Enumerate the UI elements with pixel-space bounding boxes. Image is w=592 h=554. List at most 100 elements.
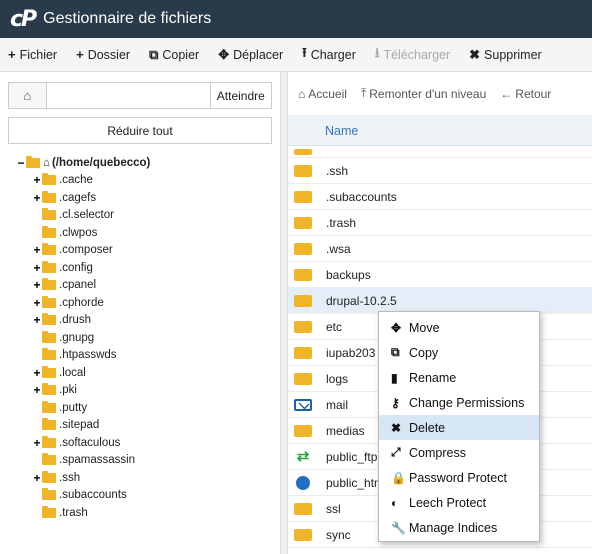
file-name: .ssh	[326, 163, 349, 178]
tree-folder-item[interactable]: .putty	[16, 399, 276, 417]
file-row[interactable]: .ssh	[288, 158, 592, 184]
home-icon[interactable]: ⌂	[9, 83, 47, 108]
tree-item-label: .softaculous	[59, 436, 121, 449]
context-menu-compress[interactable]: ⤢ Compress	[379, 440, 539, 465]
up-one-level-label: Remonter d'un niveau	[369, 86, 487, 101]
expand-icon[interactable]: +	[32, 313, 42, 327]
context-menu-label: Leech Protect	[409, 495, 487, 510]
tree-folder-item[interactable]: .trash	[16, 504, 276, 522]
expand-icon[interactable]: +	[32, 278, 42, 292]
folder-icon	[42, 435, 56, 448]
tree-folder-item[interactable]: .htpasswds	[16, 347, 276, 365]
file-row-partial[interactable]	[288, 146, 592, 158]
upload-icon: ⭱	[302, 44, 307, 60]
tree-folder-item[interactable]: + .cphorde	[16, 294, 276, 312]
context-menu-change-permissions[interactable]: ⚷ Change Permissions	[379, 390, 539, 415]
tree-item-label: .sitepad	[59, 419, 100, 432]
expand-icon[interactable]: +	[32, 366, 42, 380]
file-row[interactable]: .subaccounts	[288, 184, 592, 210]
new-folder-button[interactable]: + Dossier	[68, 47, 141, 62]
pane-divider[interactable]	[280, 72, 288, 554]
expand-icon[interactable]: +	[32, 261, 42, 275]
tree-folder-item[interactable]: + .composer	[16, 242, 276, 260]
delete-button[interactable]: ✖ Supprimer	[461, 47, 553, 63]
folder-icon	[42, 330, 56, 343]
home-nav-label: Accueil	[308, 86, 347, 101]
folder-icon	[42, 173, 56, 186]
move-button[interactable]: ✥ Déplacer	[210, 47, 294, 63]
upload-button[interactable]: ⭱ Charger	[294, 44, 367, 66]
tree-folder-item[interactable]: + .softaculous	[16, 434, 276, 452]
directory-tree-pane: ⌂ Atteindre Réduire tout − ⌂ (/home/quebec…	[0, 72, 280, 554]
collapse-all-button[interactable]: Réduire tout	[8, 117, 272, 144]
path-input[interactable]	[46, 83, 210, 108]
wrench-icon: 🔧	[391, 520, 406, 535]
context-menu-label: Delete	[409, 420, 446, 435]
copy-button[interactable]: ⧉ Copier	[141, 47, 210, 63]
context-menu-delete[interactable]: ✖ Delete	[379, 415, 539, 440]
compress-icon: ⤢	[391, 445, 401, 459]
expand-icon[interactable]: +	[32, 436, 42, 450]
main-toolbar: + Fichier + Dossier ⧉ Copier ✥ Déplacer ⭱ Cha…	[0, 38, 592, 72]
file-row[interactable]: backups	[288, 262, 592, 288]
file-name: public_ftp	[326, 449, 378, 464]
folder-icon	[42, 505, 56, 518]
home-nav-button[interactable]: ⌂ Accueil	[298, 87, 347, 101]
folder-icon	[294, 216, 312, 229]
folder-icon	[294, 294, 312, 307]
tree-folder-item[interactable]: .gnupg	[16, 329, 276, 347]
expand-icon[interactable]: +	[32, 296, 42, 310]
context-menu-label: Change Permissions	[409, 395, 525, 410]
context-menu-leech-protect[interactable]: ◐ Leech Protect	[379, 490, 539, 515]
tree-folder-item[interactable]: + .cagefs	[16, 189, 276, 207]
tree-item-label: .pki	[59, 384, 77, 397]
up-one-level-button[interactable]: ⤒ Remonter d'un niveau	[361, 86, 486, 101]
tree-folder-item[interactable]: + .drush	[16, 312, 276, 330]
tree-folder-item[interactable]: + .cpanel	[16, 277, 276, 295]
tree-folder-item[interactable]: + .config	[16, 259, 276, 277]
cpanel-logo[interactable]: cP	[10, 7, 37, 32]
file-row[interactable]: .wsa	[288, 236, 592, 262]
home-icon: ⌂	[298, 86, 306, 101]
name-column-header[interactable]: Name	[288, 116, 592, 146]
plus-icon: +	[76, 47, 84, 62]
tree-item-label: .putty	[59, 401, 88, 414]
expand-icon[interactable]: +	[32, 383, 42, 397]
tree-root-item[interactable]: − ⌂ (/home/quebecco)	[16, 154, 276, 172]
context-menu-copy[interactable]: ⧉ Copy	[379, 340, 539, 365]
file-row[interactable]: .trash	[288, 210, 592, 236]
back-button[interactable]: ← Retour	[500, 87, 551, 101]
new-file-button[interactable]: + Fichier	[0, 47, 68, 62]
expand-icon[interactable]: +	[32, 243, 42, 257]
tree-folder-item[interactable]: + .ssh	[16, 469, 276, 487]
context-menu-move[interactable]: ✥ Move	[379, 315, 539, 340]
context-menu-password-protect[interactable]: 🔒 Password Protect	[379, 465, 539, 490]
tree-item-label: (/home/quebecco)	[51, 156, 151, 169]
expand-icon[interactable]: +	[32, 471, 42, 485]
tree-folder-item[interactable]: + .pki	[16, 382, 276, 400]
download-label: Télécharger	[383, 47, 451, 62]
app-header: cP Gestionnaire de fichiers	[0, 0, 592, 38]
context-menu: ✥ Move ⧉ Copy ▮ Rename ⚷ Change Permissions ✖ Del…	[378, 311, 540, 542]
folder-icon	[294, 190, 312, 203]
move-label: Déplacer	[233, 47, 284, 62]
delete-icon: ✖	[469, 46, 481, 62]
tree-folder-item[interactable]: .spamassassin	[16, 452, 276, 470]
download-button[interactable]: ⭳ Télécharger	[367, 44, 461, 66]
tree-folder-item[interactable]: .cl.selector	[16, 207, 276, 225]
expand-icon[interactable]: +	[32, 173, 42, 187]
file-name: backups	[326, 267, 371, 282]
tree-folder-item[interactable]: + .local	[16, 364, 276, 382]
tree-folder-item[interactable]: .subaccounts	[16, 487, 276, 505]
file-name: iupab203	[326, 345, 376, 360]
tree-folder-item[interactable]: + .cache	[16, 172, 276, 190]
tree-folder-item[interactable]: .sitepad	[16, 417, 276, 435]
context-menu-rename[interactable]: ▮ Rename	[379, 365, 539, 390]
download-icon: ⭳	[374, 44, 380, 60]
collapse-icon[interactable]: −	[16, 156, 26, 170]
expand-icon[interactable]: +	[32, 191, 42, 205]
go-button[interactable]: Atteindre	[209, 83, 271, 108]
tree-folder-item[interactable]: .clwpos	[16, 224, 276, 242]
folder-icon	[26, 155, 40, 168]
context-menu-manage-indices[interactable]: 🔧 Manage Indices	[379, 515, 539, 540]
